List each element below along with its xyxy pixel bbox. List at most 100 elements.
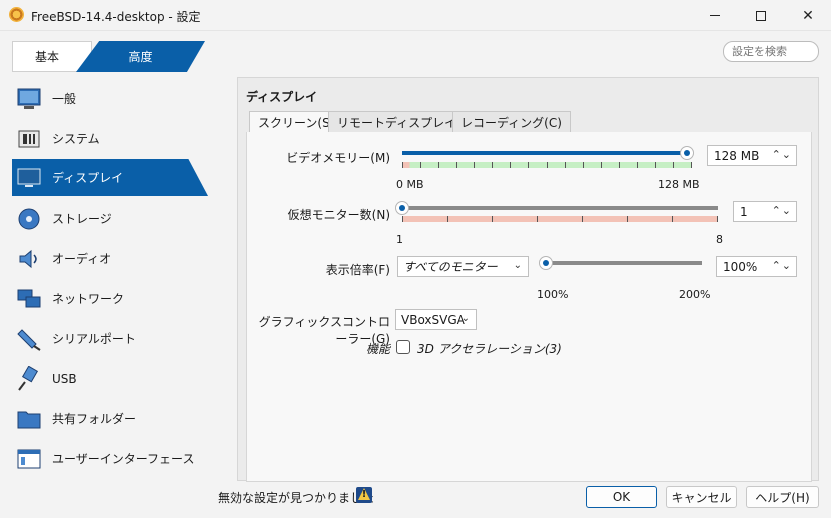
- storage-icon: [16, 206, 42, 232]
- sidebar-item-label: 共有フォルダー: [52, 412, 137, 426]
- video-memory-label: ビデオメモリー(M): [286, 151, 390, 165]
- warning-icon[interactable]: [356, 487, 372, 503]
- graphics-controller-select[interactable]: VBoxSVGA ⌄: [395, 309, 477, 330]
- mode-tab-advanced-label: 高度: [128, 50, 153, 64]
- slider-tick: [691, 162, 692, 168]
- sidebar-item-usb[interactable]: USB: [12, 360, 208, 397]
- monitor-count-value: 1: [740, 204, 748, 219]
- slider-tick: [582, 216, 583, 222]
- graphics-controller-value: VBoxSVGA: [401, 312, 465, 327]
- slider-tick: [420, 162, 421, 168]
- monitor-count-max-label: 8: [716, 233, 723, 246]
- monitor-count-slider-thumb[interactable]: [395, 201, 409, 215]
- video-memory-scale: [402, 162, 692, 168]
- mode-tab-basic-label: 基本: [34, 50, 59, 64]
- sidebar-item-system[interactable]: システム: [12, 120, 208, 157]
- sidebar-item-serial-port[interactable]: シリアルポート: [12, 320, 208, 357]
- video-memory-track: [402, 151, 692, 155]
- sidebar-item-display[interactable]: ディスプレイ: [12, 159, 208, 196]
- help-button[interactable]: ヘルプ(H): [746, 486, 819, 508]
- tab-recording[interactable]: レコーディング(C): [452, 111, 571, 133]
- tab-label: レコーディング(C): [461, 116, 562, 130]
- sidebar-item-network[interactable]: ネットワーク: [12, 280, 208, 317]
- maximize-icon: [756, 10, 766, 21]
- window-title: FreeBSD-14.4-desktop - 設定: [31, 10, 201, 24]
- slider-tick: [402, 216, 403, 222]
- sidebar-item-label: ディスプレイ: [52, 171, 124, 185]
- sidebar-item-storage[interactable]: ストレージ: [12, 200, 208, 237]
- features-label: 機能: [365, 342, 390, 356]
- acceleration-3d-label[interactable]: 3D アクセラレーション(3): [417, 340, 562, 357]
- slider-tick: [447, 216, 448, 222]
- video-memory-slider-thumb[interactable]: [680, 146, 694, 160]
- virtualbox-icon: [9, 7, 24, 22]
- chevron-down-icon: ⌄: [461, 313, 470, 324]
- spin-arrows-icon[interactable]: ⌃⌄: [772, 204, 792, 217]
- slider-tick: [673, 162, 674, 168]
- monitor-count-label: 仮想モニター数(N): [287, 208, 390, 222]
- scale-factor-track: [542, 261, 702, 265]
- slider-tick: [547, 162, 548, 168]
- minimize-icon: [710, 15, 720, 16]
- ok-button[interactable]: OK: [586, 486, 657, 508]
- chevron-down-icon: ⌄: [513, 260, 522, 271]
- warning-text: 無効な設定が見つかりました: [218, 491, 375, 505]
- slider-tick: [492, 162, 493, 168]
- sidebar-item-label: ストレージ: [52, 212, 112, 226]
- scale-factor-slider-thumb[interactable]: [539, 256, 553, 270]
- monitor-count-track: [402, 206, 718, 210]
- scale-factor-spinbox[interactable]: 100% ⌃⌄: [716, 256, 797, 277]
- slider-tick: [601, 162, 602, 168]
- search-box[interactable]: [723, 41, 819, 62]
- sidebar-item-label: システム: [52, 132, 100, 146]
- scale-factor-max-label: 200%: [679, 288, 711, 301]
- network-icon: [16, 286, 42, 312]
- audio-icon: [16, 246, 42, 272]
- sidebar-item-audio[interactable]: オーディオ: [12, 240, 208, 277]
- cancel-button[interactable]: キャンセル: [666, 486, 737, 508]
- slider-tick: [528, 162, 529, 168]
- sidebar-item-user-interface[interactable]: ユーザーインターフェース: [12, 440, 208, 477]
- slider-tick: [627, 216, 628, 222]
- search-input[interactable]: [724, 42, 818, 61]
- sidebar-item-label: シリアルポート: [52, 332, 136, 346]
- system-icon: [16, 126, 42, 152]
- sidebar-item-general[interactable]: 一般: [12, 80, 208, 117]
- sidebar-item-label: オーディオ: [52, 252, 112, 266]
- scale-factor-value: 100%: [723, 259, 758, 274]
- monitor-count-spinbox[interactable]: 1 ⌃⌄: [733, 201, 797, 222]
- scale-factor-min-label: 100%: [537, 288, 569, 301]
- tab-label: スクリーン(S): [258, 116, 335, 130]
- mode-tab-advanced[interactable]: 高度: [76, 41, 205, 72]
- scale-target-select[interactable]: すべてのモニター ⌄: [397, 256, 529, 277]
- slider-tick: [717, 216, 718, 222]
- user-interface-icon: [16, 446, 42, 472]
- minimize-button[interactable]: [692, 0, 738, 31]
- tab-body-screen: [246, 132, 812, 482]
- slider-tick: [537, 216, 538, 222]
- acceleration-3d-checkbox[interactable]: [396, 340, 410, 354]
- usb-icon: [16, 365, 42, 392]
- video-memory-max-label: 128 MB: [658, 178, 700, 191]
- maximize-button[interactable]: [738, 0, 784, 31]
- video-memory-spinbox[interactable]: 128 MB ⌃⌄: [707, 145, 797, 166]
- close-button[interactable]: ✕: [785, 0, 831, 31]
- video-memory-value: 128 MB: [714, 148, 760, 163]
- display-icon: [16, 165, 42, 191]
- slider-tick: [655, 162, 656, 168]
- spin-arrows-icon[interactable]: ⌃⌄: [772, 148, 792, 161]
- general-icon: [16, 86, 42, 112]
- scale-target-value: すべてのモニター: [403, 260, 498, 274]
- sidebar-item-shared-folder[interactable]: 共有フォルダー: [12, 400, 208, 437]
- slider-tick: [438, 162, 439, 168]
- monitor-count-min-label: 1: [396, 233, 403, 246]
- video-memory-min-label: 0 MB: [396, 178, 424, 191]
- slider-tick: [619, 162, 620, 168]
- spin-arrows-icon[interactable]: ⌃⌄: [772, 259, 792, 272]
- sidebar-item-label: ユーザーインターフェース: [52, 452, 195, 466]
- sidebar-item-label: ネットワーク: [52, 292, 125, 306]
- close-icon: ✕: [802, 7, 814, 24]
- slider-tick: [402, 162, 403, 168]
- slider-tick: [492, 216, 493, 222]
- shared-folder-icon: [16, 406, 42, 432]
